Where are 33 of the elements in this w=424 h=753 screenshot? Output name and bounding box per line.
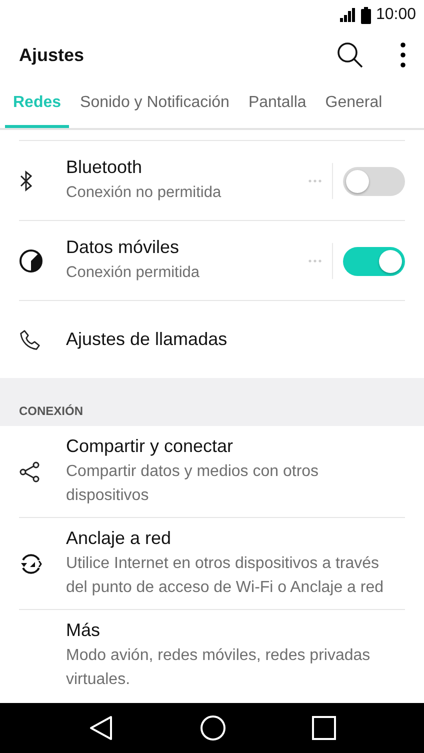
- more-options-icon[interactable]: [400, 42, 406, 68]
- toggle-switch[interactable]: [343, 246, 405, 276]
- setting-summary: Conexión permitida: [66, 263, 201, 283]
- phone-icon: [19, 328, 41, 350]
- mobile-data-icon: [19, 249, 43, 273]
- search-icon[interactable]: [336, 41, 364, 69]
- setting-title[interactable]: Bluetooth: [66, 157, 308, 178]
- setting-title[interactable]: Ajustes de llamadas: [66, 329, 405, 350]
- bluetooth-icon: [19, 170, 33, 192]
- screen-title: Ajustes: [19, 44, 86, 66]
- setting-summary: Modo avión, redes móviles, redes privadas virtuales.: [66, 646, 372, 690]
- status-time: 10:00: [376, 6, 416, 24]
- battery-icon: [360, 6, 371, 24]
- home-icon[interactable]: [200, 715, 226, 741]
- tab[interactable]: General: [317, 80, 390, 128]
- setting-summary: Utilice Internet en otros dispositivos a través del punto de acceso de Wi-Fi o Anclaje a red: [66, 554, 385, 598]
- setting-summary: Compartir datos y medios con otros dispositivos: [66, 462, 320, 506]
- setting-title[interactable]: Más: [66, 620, 401, 641]
- tab[interactable]: Pantalla: [240, 80, 314, 128]
- setting-title[interactable]: Compartir y conectar: [66, 436, 401, 457]
- setting-summary: Conexión no permitida: [66, 183, 222, 203]
- setting-title[interactable]: Datos móviles: [66, 237, 308, 258]
- ellipsis-icon: [308, 179, 322, 183]
- back-icon[interactable]: [88, 715, 114, 741]
- hotspot-icon: [19, 553, 43, 575]
- signal-icon: [340, 8, 356, 22]
- toggle-switch[interactable]: [343, 166, 405, 196]
- section-header: CONEXIÓN: [19, 404, 84, 418]
- share-icon: [19, 461, 41, 483]
- recents-icon[interactable]: [312, 716, 336, 740]
- tab[interactable]: Sonido y Notificación: [72, 80, 238, 128]
- setting-title[interactable]: Anclaje a red: [66, 528, 401, 549]
- ellipsis-icon: [308, 259, 322, 263]
